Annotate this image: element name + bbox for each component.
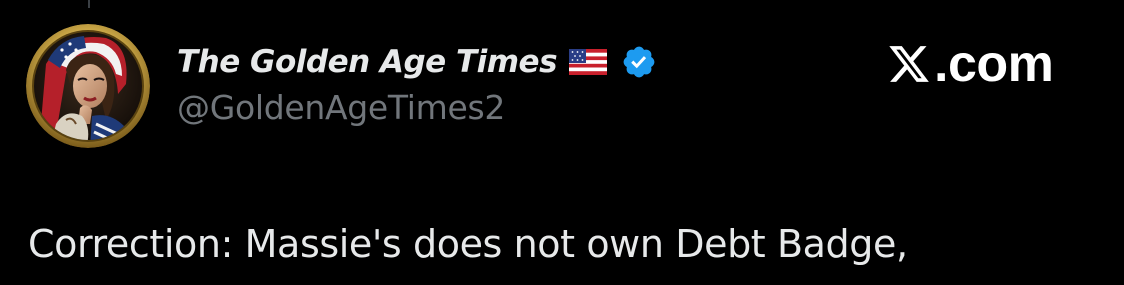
avatar[interactable] [26,24,150,148]
site-suffix: .com [934,35,1054,93]
tweet-card: The Golden Age Times @GoldenAgeTimes2 .c… [0,0,1124,285]
verified-badge-icon[interactable] [621,44,657,80]
tweet-text: Correction: Massie's does not own Debt B… [28,222,908,266]
author-name-row: The Golden Age Times [177,38,657,86]
author-handle[interactable]: @GoldenAgeTimes2 [177,88,657,127]
x-com-watermark: .com [886,34,1054,94]
thread-connector-line [88,0,90,8]
us-flag-icon [569,49,608,75]
tweet-header: The Golden Age Times @GoldenAgeTimes2 [177,38,657,127]
author-display-name[interactable]: The Golden Age Times [177,44,558,80]
x-logo-icon [886,42,932,86]
